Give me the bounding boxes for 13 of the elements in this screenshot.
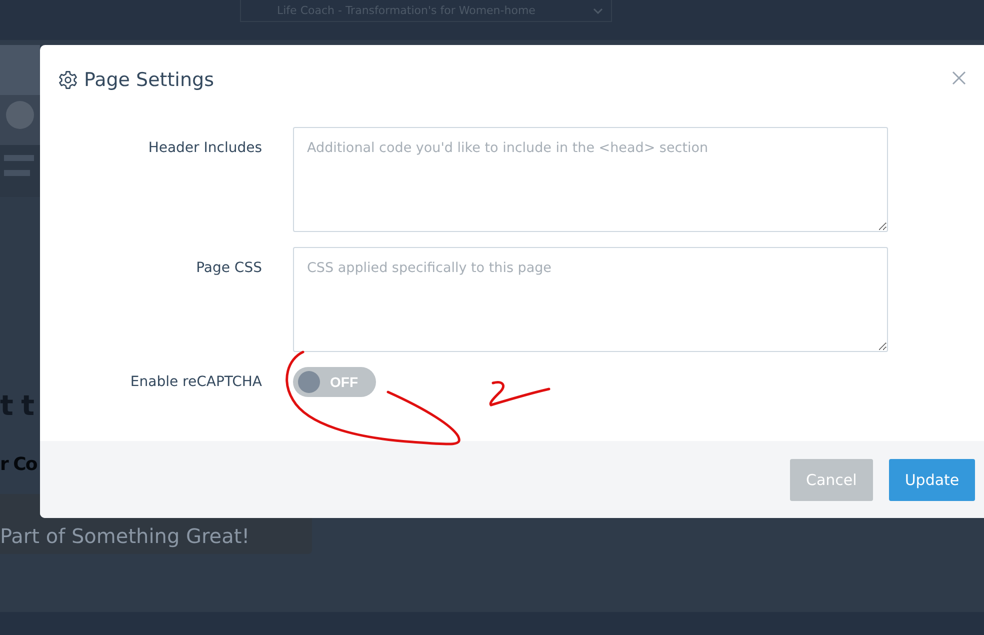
code-input-field[interactable]: Additional code you'd like to include in the <head> section bbox=[293, 127, 888, 232]
field-label: Enable reCAPTCHA bbox=[129, 374, 262, 390]
chevron-down-icon bbox=[593, 8, 603, 14]
toggle-switch[interactable]: OFF bbox=[293, 367, 376, 397]
close-button[interactable] bbox=[951, 70, 967, 86]
field-label: Page CSS bbox=[195, 259, 262, 278]
dialog-title: Page Settings bbox=[84, 69, 214, 91]
page-subheading: r Co bbox=[0, 456, 37, 474]
code-input-field[interactable]: CSS applied specifically to this page bbox=[293, 247, 888, 352]
cancel-button[interactable]: Cancel bbox=[790, 458, 873, 500]
settings-icon bbox=[58, 70, 78, 90]
field-label: Header Includes bbox=[147, 139, 262, 158]
update-button[interactable]: Update bbox=[888, 458, 976, 500]
